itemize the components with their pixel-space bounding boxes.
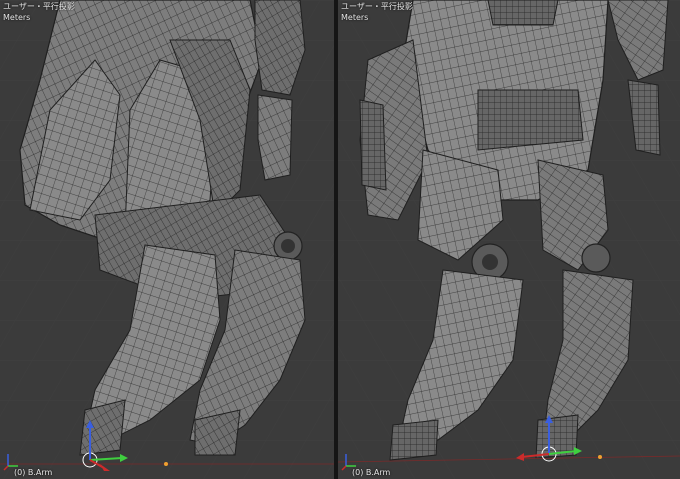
backpack-mesh bbox=[487, 0, 559, 26]
knee-joint-hub bbox=[281, 239, 295, 253]
units-label: Meters bbox=[3, 13, 31, 22]
active-object-label: (0) B.Arm bbox=[352, 468, 391, 477]
waist-detail-mesh bbox=[477, 89, 584, 151]
right-knee-joint bbox=[581, 243, 611, 273]
left-hand-mesh bbox=[359, 99, 387, 191]
origin-dot-icon bbox=[598, 455, 602, 459]
units-label: Meters bbox=[341, 13, 369, 22]
view-mode-label: ユーザー・平行投影 bbox=[3, 2, 75, 11]
viewport-left[interactable]: ユーザー・平行投影 Meters (0) B.Arm bbox=[0, 0, 334, 479]
viewport-right[interactable]: ユーザー・平行投影 Meters (0) B.Arm bbox=[338, 0, 680, 479]
mesh-view-right[interactable] bbox=[338, 0, 680, 479]
active-object-label: (0) B.Arm bbox=[14, 468, 53, 477]
view-mode-label: ユーザー・平行投影 bbox=[341, 2, 413, 11]
mesh-view-left[interactable] bbox=[0, 0, 334, 479]
left-knee-hub bbox=[482, 254, 498, 270]
hand-mesh bbox=[257, 94, 293, 181]
origin-dot-icon bbox=[164, 462, 168, 466]
left-foot-mesh bbox=[389, 419, 439, 461]
